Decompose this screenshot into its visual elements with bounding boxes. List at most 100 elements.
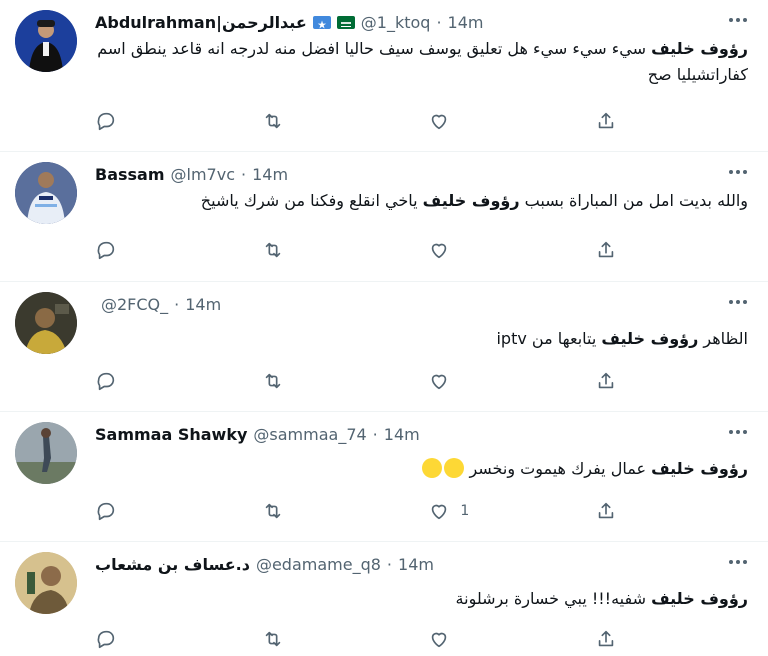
share-button[interactable] [595, 500, 655, 522]
reply-icon [97, 112, 115, 131]
share-icon [598, 630, 614, 647]
more-icon[interactable] [726, 422, 750, 442]
like-button[interactable] [428, 628, 488, 650]
text-prefix: الظاهر [698, 329, 748, 348]
tweet[interactable]: @2FCQ_ · 14m الظاهر رؤوف خليف يتابعها من… [0, 282, 768, 412]
bold-keyword: رؤوف خليف [601, 329, 699, 348]
share-button[interactable] [595, 110, 655, 132]
timestamp[interactable]: 14m [185, 295, 221, 314]
reply-button[interactable] [95, 500, 155, 522]
reply-button[interactable] [95, 628, 155, 650]
tweet[interactable]: Abdulrahman|عبدالرحمن @1_ktoq · 14m رؤوف… [0, 0, 768, 152]
like-icon [432, 243, 447, 259]
text-prefix: والله بديت امل من المباراة بسبب [519, 191, 748, 210]
reply-button[interactable] [95, 239, 155, 261]
tweet-header: Sammaa Shawky @sammaa_74 · 14m [95, 422, 688, 446]
share-button[interactable] [595, 628, 655, 650]
handle[interactable]: @2FCQ_ [101, 295, 168, 314]
like-count: 1 [460, 503, 470, 519]
tweet-text: رؤوف خليف سيء سيء سيء هل تعليق يوسف سيف … [95, 36, 748, 88]
share-icon [598, 502, 614, 519]
tweet-text: رؤوف خليف شفيه!!! يبي خسارة برشلونة [95, 586, 748, 612]
avatar[interactable] [15, 422, 77, 484]
bold-keyword: رؤوف خليف [651, 589, 748, 608]
reply-icon [97, 372, 115, 391]
tweet-header: Abdulrahman|عبدالرحمن @1_ktoq · 14m [95, 10, 688, 34]
retweet-button[interactable] [262, 110, 322, 132]
text-body: شفيه!!! يبي خسارة برشلونة [455, 589, 652, 608]
tweet[interactable]: Bassam @lm7vc · 14m والله بديت امل من ال… [0, 152, 768, 282]
more-icon[interactable] [726, 10, 750, 30]
timestamp[interactable]: 14m [252, 165, 288, 184]
like-button[interactable] [428, 239, 488, 261]
more-icon[interactable] [726, 292, 750, 312]
like-button[interactable]: 1 [428, 500, 488, 522]
like-button[interactable] [428, 370, 488, 392]
avatar-image [15, 552, 77, 614]
share-button[interactable] [595, 239, 655, 261]
tweet-text: الظاهر رؤوف خليف يتابعها من iptv [95, 326, 748, 352]
bold-keyword: رؤوف خليف [651, 39, 748, 58]
tweet-actions: 1 [95, 498, 655, 524]
bold-keyword: رؤوف خليف [651, 459, 748, 478]
tweet-header: د.عساف بن مشعاب @edamame_q8 · 14m [95, 552, 688, 576]
avatar[interactable] [15, 292, 77, 354]
avatar[interactable] [15, 552, 77, 614]
timestamp[interactable]: 14m [384, 425, 420, 444]
handle[interactable]: @edamame_q8 [256, 555, 381, 574]
display-name[interactable]: Sammaa Shawky [95, 425, 247, 444]
avatar[interactable] [15, 162, 77, 224]
tweet-header: @2FCQ_ · 14m [95, 292, 688, 316]
timestamp[interactable]: 14m [448, 13, 484, 32]
separator-dot: · [174, 294, 180, 314]
separator-dot: · [372, 424, 378, 444]
like-icon [432, 374, 447, 390]
text-body: عمال يفرك هيموت ونخسر [469, 459, 652, 478]
reply-button[interactable] [95, 110, 155, 132]
tweet-feed: Abdulrahman|عبدالرحمن @1_ktoq · 14m رؤوف… [0, 0, 768, 656]
retweet-button[interactable] [262, 500, 322, 522]
tweet[interactable]: Sammaa Shawky @sammaa_74 · 14m رؤوف خليف… [0, 412, 768, 542]
retweet-button[interactable] [262, 628, 322, 650]
tweet-actions [95, 368, 655, 394]
tweet-actions [95, 237, 655, 263]
avatar[interactable] [15, 10, 77, 72]
more-icon[interactable] [726, 162, 750, 182]
handle[interactable]: @1_ktoq [361, 13, 431, 32]
share-icon [598, 112, 614, 129]
retweet-icon [265, 113, 280, 129]
tweet-actions [95, 626, 655, 652]
handle[interactable]: @sammaa_74 [253, 425, 366, 444]
tweet-header: Bassam @lm7vc · 14m [95, 162, 688, 186]
flag-somalia-icon [312, 15, 331, 29]
avatar-image [15, 162, 77, 224]
display-name[interactable]: د.عساف بن مشعاب [95, 555, 250, 574]
retweet-icon [265, 242, 280, 258]
like-icon [432, 632, 447, 648]
retweet-icon [265, 503, 280, 519]
handle[interactable]: @lm7vc [171, 165, 235, 184]
share-icon [598, 372, 614, 389]
tweet[interactable]: د.عساف بن مشعاب @edamame_q8 · 14m رؤوف خ… [0, 542, 768, 656]
reply-button[interactable] [95, 370, 155, 392]
tweet-text: والله بديت امل من المباراة بسبب رؤوف خلي… [95, 188, 748, 214]
share-button[interactable] [595, 370, 655, 392]
tweet-text: رؤوف خليف عمال يفرك هيموت ونخسر [95, 456, 748, 482]
display-name[interactable]: Abdulrahman|عبدالرحمن [95, 13, 307, 32]
retweet-button[interactable] [262, 370, 322, 392]
avatar-image [15, 422, 77, 484]
reply-icon [97, 502, 115, 521]
timestamp[interactable]: 14m [398, 555, 434, 574]
like-button[interactable] [428, 110, 488, 132]
retweet-icon [265, 631, 280, 647]
retweet-button[interactable] [262, 239, 322, 261]
share-icon [598, 241, 614, 258]
retweet-icon [265, 373, 280, 389]
more-icon[interactable] [726, 552, 750, 572]
separator-dot: · [386, 554, 393, 574]
text-body: ياخي انقلع وفكنا من شرك ياشيخ [200, 191, 423, 210]
separator-dot: · [436, 12, 442, 32]
display-name[interactable]: Bassam [95, 165, 165, 184]
bold-keyword: رؤوف خليف [422, 191, 520, 210]
tears-of-joy-emoji-icon [422, 458, 443, 478]
